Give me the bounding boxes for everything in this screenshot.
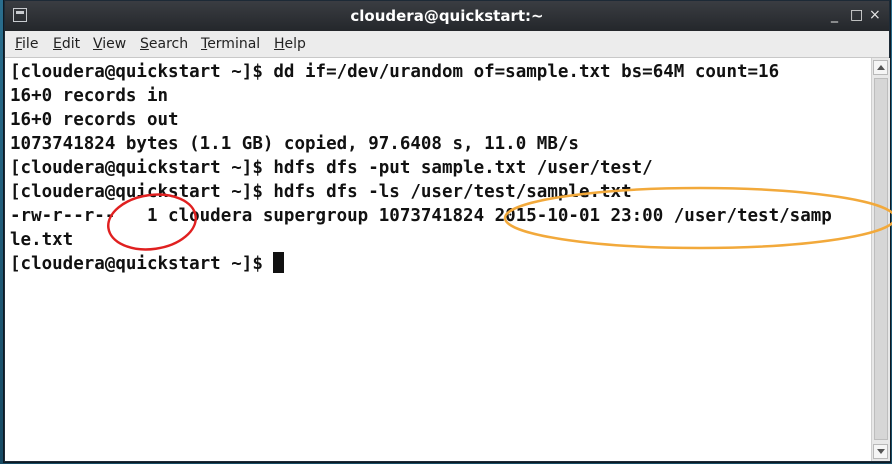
minimize-icon[interactable]: _ [831,7,838,23]
terminal-window: cloudera@quickstart:~ _ □ × File Edit Vi… [4,0,890,462]
window-title: cloudera@quickstart:~ [350,7,544,25]
terminal-line: [cloudera@quickstart ~]$ dd if=/dev/uran… [10,62,780,82]
menu-terminal[interactable]: Terminal [201,36,260,52]
terminal-output[interactable]: [cloudera@quickstart ~]$ dd if=/dev/uran… [5,58,871,461]
menu-file[interactable]: File [15,36,38,52]
scroll-up-icon[interactable] [873,60,888,75]
close-icon[interactable]: × [869,7,881,23]
terminal-prompt-line: [cloudera@quickstart ~]$ [10,252,285,276]
terminal-line: 16+0 records out [10,110,179,130]
terminal-line: [cloudera@quickstart ~]$ hdfs dfs -put s… [10,158,653,178]
terminal-line: [cloudera@quickstart ~]$ hdfs dfs -ls /u… [10,182,632,202]
title-bar[interactable]: cloudera@quickstart:~ _ □ × [5,1,889,31]
terminal-line: 1073741824 bytes (1.1 GB) copied, 97.640… [10,134,579,154]
scroll-down-icon[interactable] [873,444,888,459]
maximize-icon[interactable]: □ [850,7,863,23]
menu-view[interactable]: View [93,36,126,52]
prompt-text: [cloudera@quickstart ~]$ [10,254,274,274]
menu-file-rest: ile [22,36,39,52]
menu-edit[interactable]: Edit [53,36,80,52]
scrollbar-thumb[interactable] [874,78,888,440]
terminal-line: -rw-r--r-- 1 cloudera supergroup 1073741… [10,206,832,226]
text-cursor [273,252,285,273]
vertical-scrollbar[interactable] [871,58,890,461]
terminal-line: le.txt [10,230,74,250]
terminal-line: 16+0 records in [10,86,169,106]
menu-search[interactable]: Search [140,36,188,52]
menu-bar: File Edit View Search Terminal Help [5,31,889,58]
menu-help[interactable]: Help [274,36,306,52]
menu-file-mnemonic: F [15,36,23,52]
